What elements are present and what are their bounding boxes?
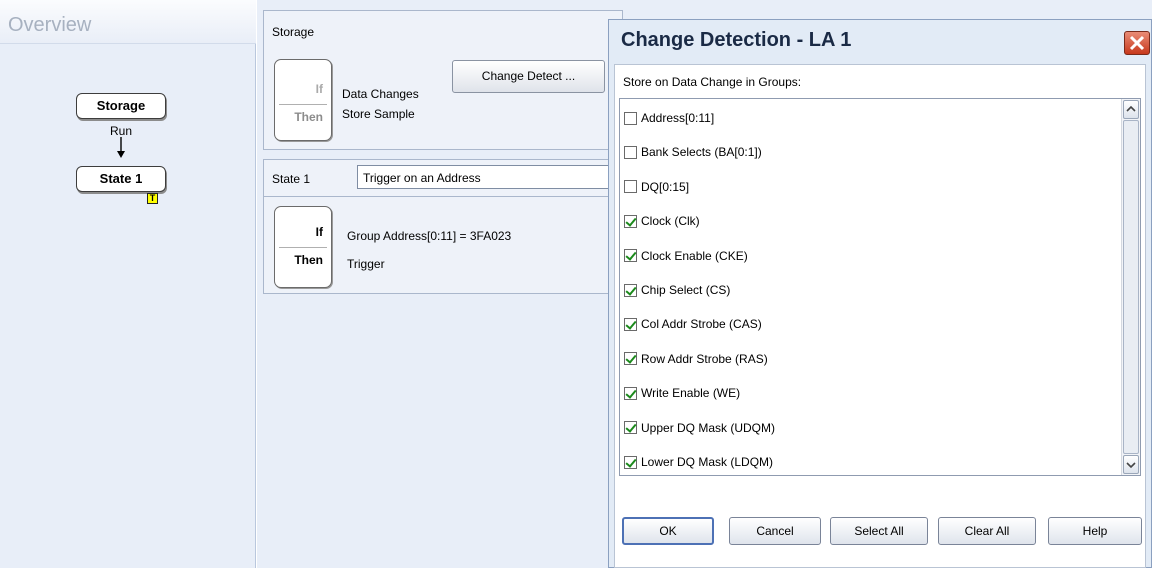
group-label: Address[0:11]: [641, 111, 715, 125]
storage-condition: Data Changes: [342, 87, 419, 101]
help-button[interactable]: Help: [1048, 517, 1142, 545]
group-checkbox[interactable]: [624, 145, 637, 159]
close-button[interactable]: [1124, 31, 1150, 55]
storage-panel: Storage If Then Data Changes Store Sampl…: [263, 10, 623, 150]
state-action: Trigger: [347, 257, 385, 271]
storage-node[interactable]: Storage: [76, 93, 166, 119]
scroll-up-button[interactable]: [1123, 100, 1139, 119]
group-item[interactable]: Col Addr Strobe (CAS): [624, 314, 762, 334]
storage-action: Store Sample: [342, 107, 415, 121]
storage-if-then-block[interactable]: If Then: [274, 59, 332, 141]
group-label: Bank Selects (BA[0:1]): [641, 145, 762, 160]
group-item[interactable]: Bank Selects (BA[0:1]): [624, 142, 762, 162]
state1-node[interactable]: State 1: [76, 166, 166, 192]
down-arrow-icon: [117, 137, 125, 158]
list-scrollbar[interactable]: [1121, 99, 1140, 475]
trigger-marker-icon: T: [147, 193, 158, 204]
overview-title: Overview: [0, 0, 256, 44]
state-condition: Group Address[0:11] = 3FA023: [347, 229, 512, 243]
group-item[interactable]: Upper DQ Mask (UDQM): [624, 418, 775, 438]
group-item[interactable]: Lower DQ Mask (LDQM): [624, 452, 773, 472]
clear-all-button[interactable]: Clear All: [938, 517, 1036, 545]
chevron-up-icon: [1126, 105, 1136, 112]
group-label: Col Addr Strobe (CAS): [641, 317, 762, 332]
change-detection-dialog: Change Detection - LA 1 Store on Data Ch…: [608, 19, 1152, 568]
change-detect-button[interactable]: Change Detect ...: [452, 60, 605, 93]
scroll-down-button[interactable]: [1123, 455, 1139, 474]
state-if-then-block[interactable]: If Then: [274, 206, 332, 288]
group-item[interactable]: Clock (Clk): [624, 211, 700, 231]
group-checkbox[interactable]: [624, 421, 637, 435]
state1-panel: State 1 Trigger on an Address If Then Gr…: [263, 159, 623, 294]
group-label: Upper DQ Mask (UDQM): [641, 420, 776, 435]
group-checkbox[interactable]: [624, 214, 637, 228]
state-divider: [264, 196, 622, 197]
group-label: Write Enable (WE): [641, 386, 741, 401]
state-trigger-dropdown[interactable]: Trigger on an Address: [357, 165, 619, 189]
then-label: Then: [294, 110, 323, 124]
group-list: Address[0:11] Bank Selects (BA[0:1]) DQ[0:…: [619, 98, 1141, 476]
group-checkbox[interactable]: [624, 386, 637, 400]
select-all-button[interactable]: Select All: [830, 517, 928, 545]
overview-pane: Overview Storage Run State 1 T: [0, 0, 256, 568]
group-item[interactable]: Clock Enable (CKE): [624, 246, 748, 266]
group-label: Row Addr Strobe (RAS): [641, 351, 768, 366]
group-label: Clock (Clk): [641, 214, 700, 229]
group-item[interactable]: Write Enable (WE): [624, 383, 740, 403]
if-label: If: [315, 82, 323, 96]
ok-button[interactable]: OK: [622, 517, 714, 545]
dialog-titlebar[interactable]: Change Detection - LA 1: [609, 20, 1151, 64]
group-checkbox[interactable]: [624, 111, 637, 125]
group-item[interactable]: DQ[0:15]: [624, 177, 689, 197]
group-label: DQ[0:15]: [641, 179, 690, 194]
if-label: If: [315, 225, 323, 239]
group-item[interactable]: Row Addr Strobe (RAS): [624, 349, 768, 369]
dialog-body: Store on Data Change in Groups: Address[…: [614, 64, 1146, 568]
dialog-title: Change Detection - LA 1: [621, 29, 852, 51]
then-label: Then: [294, 253, 323, 267]
group-label: Clock Enable (CKE): [641, 248, 748, 263]
group-checkbox[interactable]: [624, 180, 637, 194]
dialog-prompt: Store on Data Change in Groups:: [623, 75, 802, 89]
state-panel-label: State 1: [272, 172, 311, 186]
scroll-thumb[interactable]: [1123, 120, 1139, 454]
chevron-down-icon: [1126, 462, 1136, 469]
group-checkbox[interactable]: [624, 352, 637, 366]
group-item[interactable]: Chip Select (CS): [624, 280, 730, 300]
group-checkbox[interactable]: [624, 455, 637, 469]
storage-panel-label: Storage: [272, 25, 315, 39]
if-then-divider: [279, 104, 327, 105]
group-checkbox[interactable]: [624, 249, 637, 263]
group-label: Chip Select (CS): [641, 283, 731, 297]
group-checkbox[interactable]: [624, 317, 637, 331]
cancel-button[interactable]: Cancel: [729, 517, 821, 545]
if-then-divider: [279, 247, 327, 248]
group-checkbox[interactable]: [624, 283, 637, 297]
run-label: Run: [109, 124, 132, 138]
close-icon: [1129, 35, 1145, 51]
group-label: Lower DQ Mask (LDQM): [641, 455, 774, 469]
group-item[interactable]: Address[0:11]: [624, 108, 714, 128]
